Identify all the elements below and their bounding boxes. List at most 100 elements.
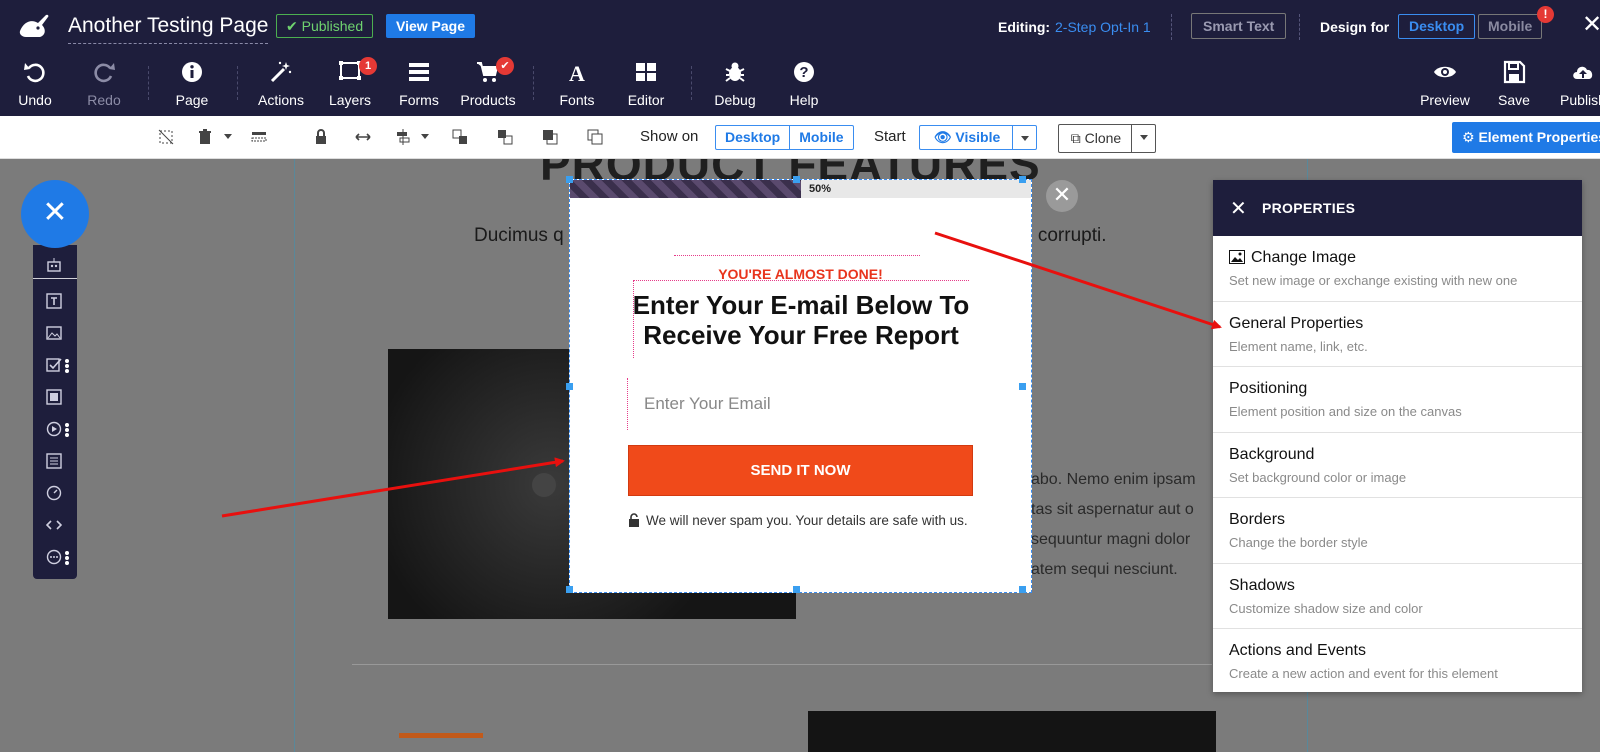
send-backward-icon[interactable] (494, 127, 516, 147)
trash-icon[interactable] (194, 127, 216, 147)
close-properties-icon[interactable]: ✕ (1230, 196, 1247, 221)
page-title[interactable]: Another Testing Page (68, 14, 269, 44)
resize-handle[interactable] (566, 586, 573, 593)
editing-element-link[interactable]: 2-Step Opt-In 1 (1055, 19, 1151, 35)
resize-handle[interactable] (1019, 586, 1026, 593)
more-options-icon[interactable] (65, 423, 69, 437)
prop-shadows[interactable]: Shadows Customize shadow size and color (1213, 564, 1582, 629)
divider (1299, 14, 1300, 40)
visibility-dropdown-icon[interactable] (1012, 126, 1036, 149)
prop-actions-and-events[interactable]: Actions and Events Create a new action a… (1213, 629, 1582, 695)
close-widgets-button[interactable]: ✕ (21, 180, 89, 248)
optin-popup[interactable]: 50% YOU'RE ALMOST DONE! Enter Your E-mai… (566, 176, 1032, 593)
svg-text:?: ? (799, 64, 808, 81)
popup-headline-line-2: Receive Your Free Report (643, 320, 959, 350)
bring-to-front-icon[interactable] (539, 127, 561, 147)
feature-image-2[interactable] (808, 711, 1216, 752)
preview-button[interactable]: Preview (1410, 52, 1480, 116)
publish-label: Publish (1560, 92, 1600, 108)
popup-headline-line-1: Enter Your E-mail Below To (632, 290, 970, 320)
fonts-button[interactable]: A Fonts (542, 52, 612, 116)
send-to-back-icon[interactable] (584, 127, 606, 147)
form-widget-icon[interactable] (46, 453, 64, 471)
undo-label: Undo (18, 92, 52, 108)
clone-dropdown-icon[interactable] (1131, 125, 1155, 152)
more-options-icon[interactable] (65, 359, 69, 373)
editor-button[interactable]: Editor (611, 52, 681, 116)
prop-title: Change Image (1251, 249, 1356, 266)
undo-button[interactable]: Undo (0, 52, 70, 116)
save-label: Save (1498, 92, 1530, 108)
send-it-now-button[interactable]: SEND IT NOW (628, 445, 973, 496)
prop-background[interactable]: Background Set background color or image (1213, 433, 1582, 498)
resize-handle[interactable] (1019, 176, 1026, 183)
smart-text-button[interactable]: Smart Text (1191, 13, 1287, 39)
resize-handle[interactable] (566, 176, 573, 183)
published-badge: ✔ Published (276, 14, 374, 38)
gear-icon: ⚙ (1462, 129, 1475, 145)
align-dropdown-icon[interactable] (421, 134, 429, 139)
robot-icon[interactable] (46, 257, 64, 275)
email-field[interactable] (627, 378, 973, 430)
box-widget-icon[interactable] (46, 389, 64, 407)
body-text-line: tas sit aspernatur aut o (1031, 501, 1194, 518)
list-icon (409, 63, 429, 81)
debug-button[interactable]: Debug (700, 52, 770, 116)
code-widget-icon[interactable] (45, 517, 64, 535)
clone-button[interactable]: ⧉ Clone (1058, 124, 1156, 153)
no-select-icon[interactable] (155, 127, 177, 147)
rabbit-logo-icon[interactable] (16, 9, 52, 41)
stretch-horizontal-icon[interactable] (352, 127, 374, 147)
design-desktop-button[interactable]: Desktop (1398, 14, 1476, 39)
align-icon[interactable] (392, 127, 414, 147)
progress-bar: 50% (570, 180, 1031, 198)
trash-dropdown-icon[interactable] (224, 134, 232, 139)
widget-rail (33, 245, 77, 579)
more-options-icon[interactable] (65, 551, 69, 565)
top-bar: Another Testing Page ✔ Published View Pa… (0, 0, 1600, 52)
hide-icon[interactable] (248, 127, 270, 147)
page-button[interactable]: Page (157, 52, 227, 116)
redo-button[interactable]: Redo (69, 52, 139, 116)
visibility-label: Visible (955, 129, 1001, 145)
popup-close-button[interactable]: ✕ (1046, 180, 1078, 212)
prop-change-image[interactable]: Change Image Set new image or exchange e… (1213, 236, 1582, 302)
prop-positioning[interactable]: Positioning Element position and size on… (1213, 367, 1582, 433)
element-properties-button[interactable]: ⚙ Element Properties (1452, 122, 1600, 153)
prop-general-properties[interactable]: General Properties Element name, link, e… (1213, 302, 1582, 367)
actions-button[interactable]: Actions (246, 52, 316, 116)
layers-button[interactable]: 1 Layers (315, 52, 385, 116)
help-button[interactable]: ? Help (769, 52, 839, 116)
resize-handle[interactable] (1019, 383, 1026, 390)
resize-handle[interactable] (793, 176, 800, 183)
design-mobile-button[interactable]: Mobile (1478, 14, 1543, 39)
products-button[interactable]: ✔ Products (453, 52, 523, 116)
prop-title: Actions and Events (1229, 642, 1366, 659)
lock-icon[interactable] (310, 127, 332, 147)
visibility-select[interactable]: 👁 Visible (919, 125, 1037, 150)
popup-headline[interactable]: Enter Your E-mail Below To Receive Your … (610, 290, 992, 350)
forms-button[interactable]: Forms (384, 52, 454, 116)
debug-label: Debug (714, 92, 756, 108)
timer-widget-icon[interactable] (46, 485, 64, 503)
image-widget-icon[interactable] (46, 325, 64, 343)
resize-handle[interactable] (793, 586, 800, 593)
bring-forward-icon[interactable] (449, 127, 471, 147)
view-page-button[interactable]: View Page (386, 14, 476, 38)
checkbox-widget-icon[interactable] (46, 357, 64, 375)
show-on-mobile[interactable]: Mobile (789, 126, 852, 149)
save-button[interactable]: Save (1479, 52, 1549, 116)
editor-label: Editor (627, 92, 665, 108)
image-placeholder-icon (532, 473, 556, 497)
close-editor-icon[interactable]: ✕ (1582, 13, 1600, 37)
prop-title: Positioning (1229, 380, 1308, 397)
more-widgets-icon[interactable] (46, 549, 64, 567)
prop-borders[interactable]: Borders Change the border style (1213, 498, 1582, 564)
show-on-desktop[interactable]: Desktop (716, 126, 789, 149)
page-canvas[interactable]: PRODUCT FEATURES Ducimus q e corrupti. a… (0, 159, 1600, 752)
publish-button[interactable]: Publish (1548, 52, 1600, 116)
video-widget-icon[interactable] (46, 421, 64, 439)
prop-title: Shadows (1229, 576, 1295, 594)
resize-handle[interactable] (566, 383, 573, 390)
text-widget-icon[interactable] (46, 293, 64, 311)
